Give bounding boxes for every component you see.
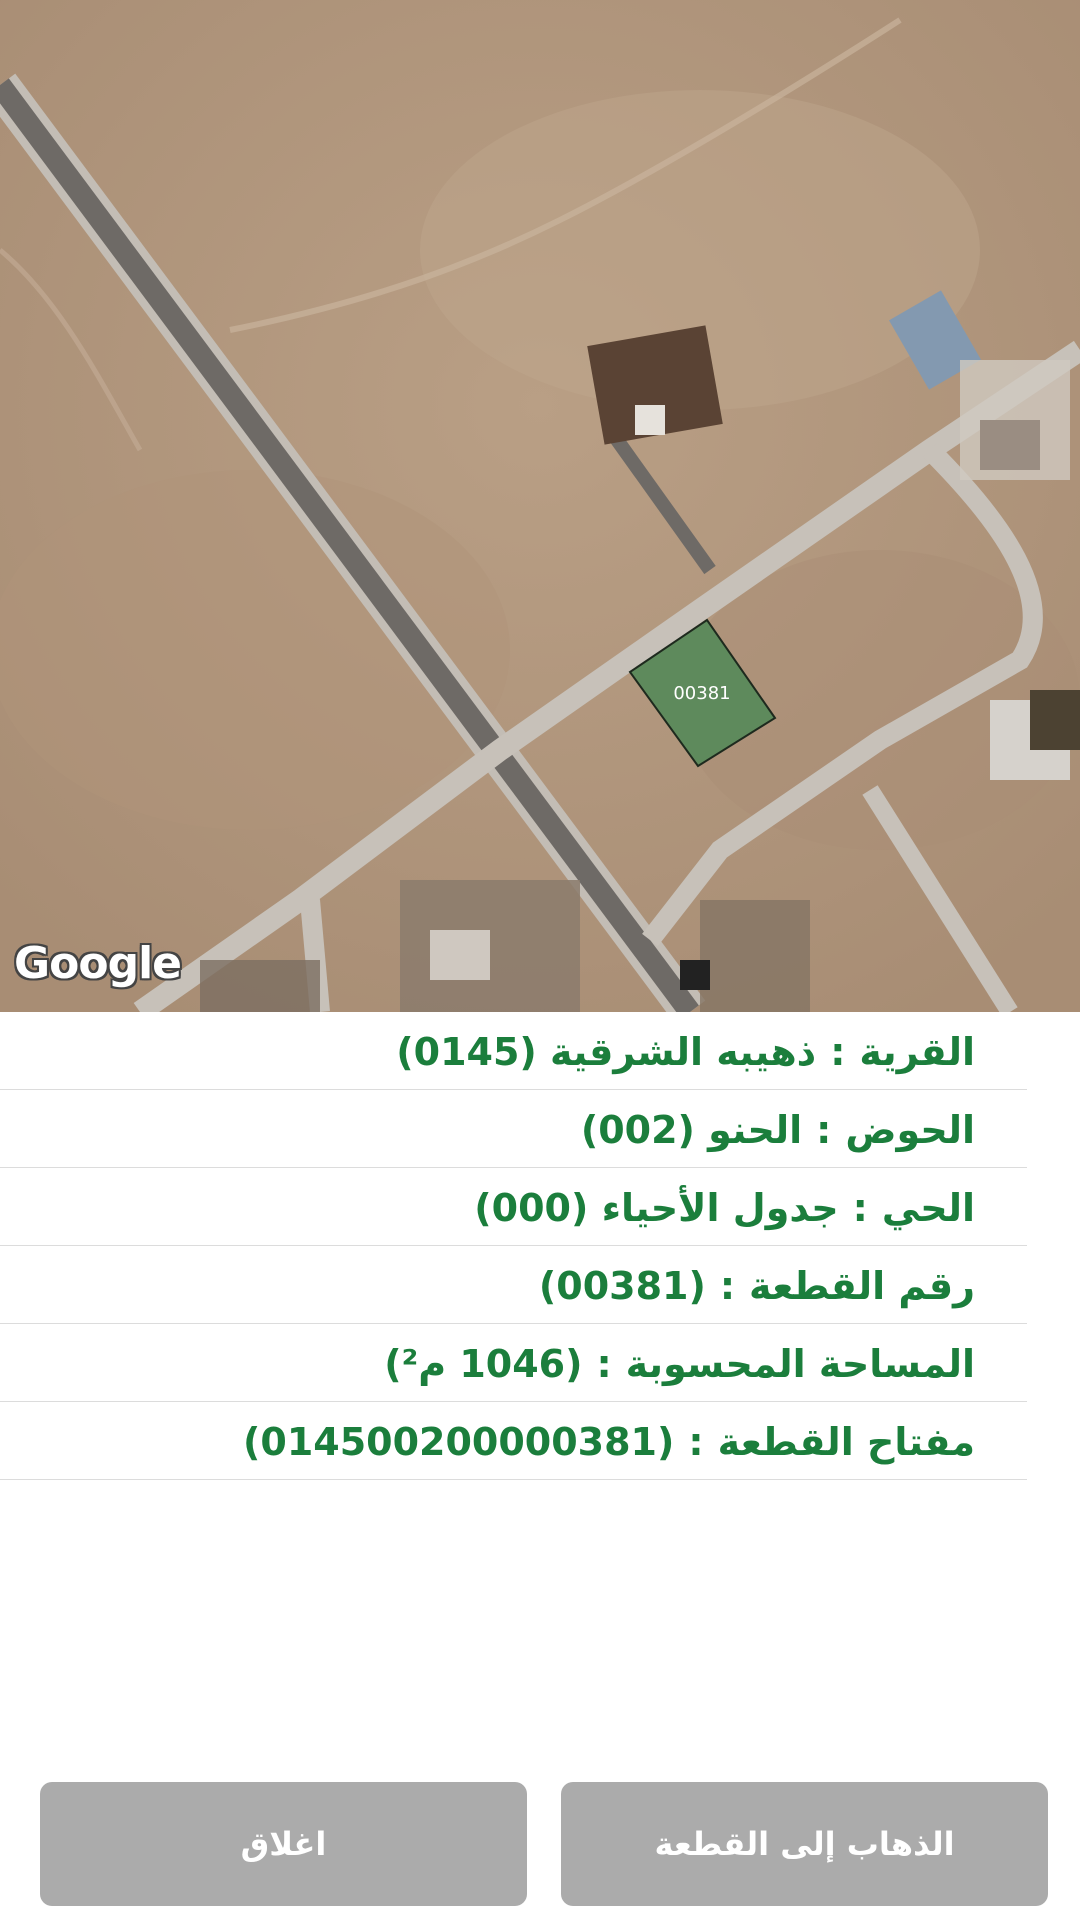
area-label: المساحة المحسوبة <box>625 1342 975 1386</box>
go-to-parcel-button[interactable]: الذهاب إلى القطعة <box>561 1782 1048 1906</box>
parcel-number-row: رقم القطعة:(00381) <box>0 1246 1027 1324</box>
village-row: القرية:ذهيبه الشرقية (0145) <box>0 1012 1027 1090</box>
district-value: جدول الأحياء (000) <box>474 1186 839 1230</box>
basin-value: الحنو (002) <box>580 1108 803 1152</box>
parcel-info-screen: 00381 Google القرية:ذهيبه الشرقية (0145)… <box>0 0 1080 1920</box>
basin-row: الحوض:الحنو (002) <box>0 1090 1027 1168</box>
satellite-map[interactable]: 00381 Google <box>0 0 1080 1012</box>
district-label: الحي <box>881 1186 975 1230</box>
basin-label: الحوض <box>845 1108 975 1152</box>
parcel-label: 00381 <box>673 683 730 704</box>
parcel-key-value: (014500200000381) <box>243 1420 675 1464</box>
parcel-details: القرية:ذهيبه الشرقية (0145) الحوض:الحنو … <box>0 1012 1080 1480</box>
parcel-number-label: رقم القطعة <box>749 1264 975 1308</box>
parcel-key-row: مفتاح القطعة:(014500200000381) <box>0 1402 1027 1480</box>
google-logo: Google <box>14 938 182 989</box>
district-row: الحي:جدول الأحياء (000) <box>0 1168 1027 1246</box>
parcel-key-label: مفتاح القطعة <box>717 1420 975 1464</box>
area-row: المساحة المحسوبة:(1046 م²) <box>0 1324 1027 1402</box>
area-value: (1046 م²) <box>384 1342 583 1386</box>
close-button[interactable]: اغلاق <box>40 1782 527 1906</box>
parcel-number-value: (00381) <box>538 1264 706 1308</box>
village-label: القرية <box>859 1030 975 1074</box>
village-value: ذهيبه الشرقية (0145) <box>396 1030 817 1074</box>
